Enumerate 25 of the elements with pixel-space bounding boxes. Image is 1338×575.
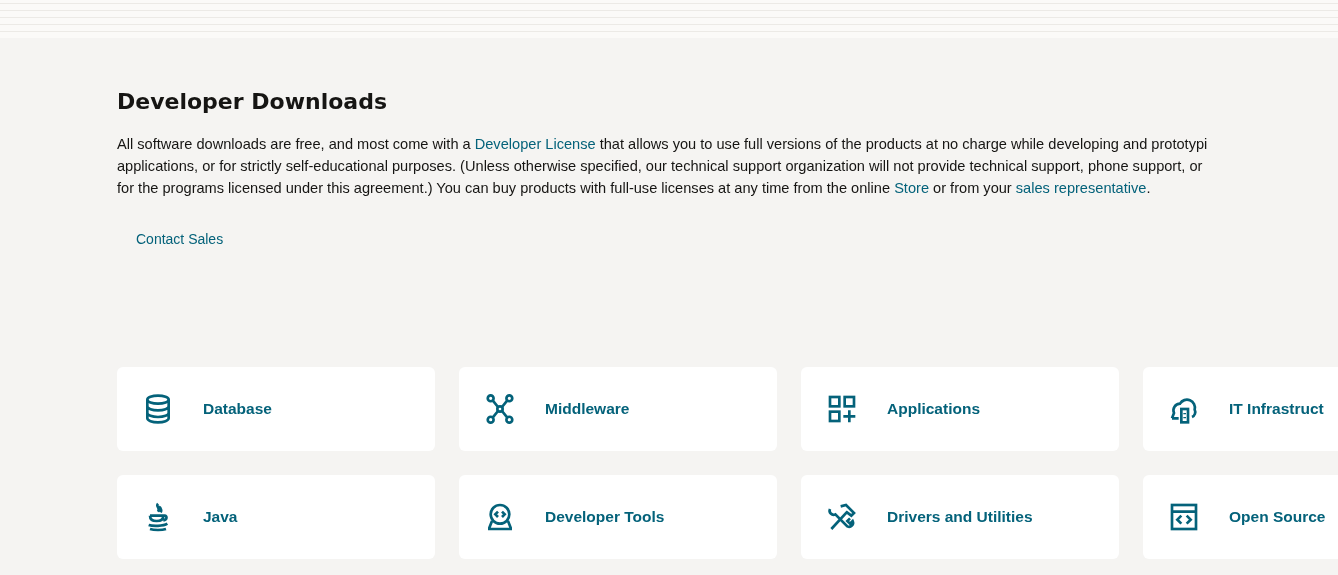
card-label: Middleware (545, 400, 630, 418)
grid-plus-icon (826, 393, 858, 425)
contact-sales-link[interactable]: Contact Sales (136, 231, 224, 247)
code-window-icon (1168, 501, 1200, 533)
card-label: Open Source (1229, 508, 1326, 526)
card-label: Developer Tools (545, 508, 665, 526)
card-label: Java (203, 508, 238, 526)
intro-paragraph: All software downloads are free, and most come with a Developer License that allows you to use full versions of the products at no charge while developing and prototypi applications, or for strictly self-educational purposes. (Unless otherwise specified, our technical support organization will not provide technical support, phone support, or for the programs licensed under this agreement.) You can buy products with full-use licenses at any time from the online Store or from your sales representative. (117, 135, 1209, 198)
card-label: Database (203, 400, 272, 418)
category-card[interactable]: Open Source (1143, 475, 1338, 559)
category-card[interactable]: Developer Tools (459, 475, 777, 559)
category-card[interactable]: Database (117, 367, 435, 451)
category-card[interactable]: Applications (801, 367, 1119, 451)
category-card[interactable]: IT Infrastruct (1143, 367, 1338, 451)
card-label: IT Infrastruct (1229, 400, 1324, 418)
category-card[interactable]: Middleware (459, 367, 777, 451)
network-icon (484, 393, 516, 425)
category-card[interactable]: Java (117, 475, 435, 559)
text-link[interactable]: sales representative (1015, 180, 1147, 196)
card-label: Applications (887, 400, 980, 418)
page-heading: Developer Downloads (117, 88, 388, 116)
card-label: Drivers and Utilities (887, 508, 1033, 526)
text-link[interactable]: Developer License (474, 136, 596, 152)
category-card[interactable]: Drivers and Utilities (801, 475, 1119, 559)
text-link[interactable]: Store (894, 180, 929, 196)
